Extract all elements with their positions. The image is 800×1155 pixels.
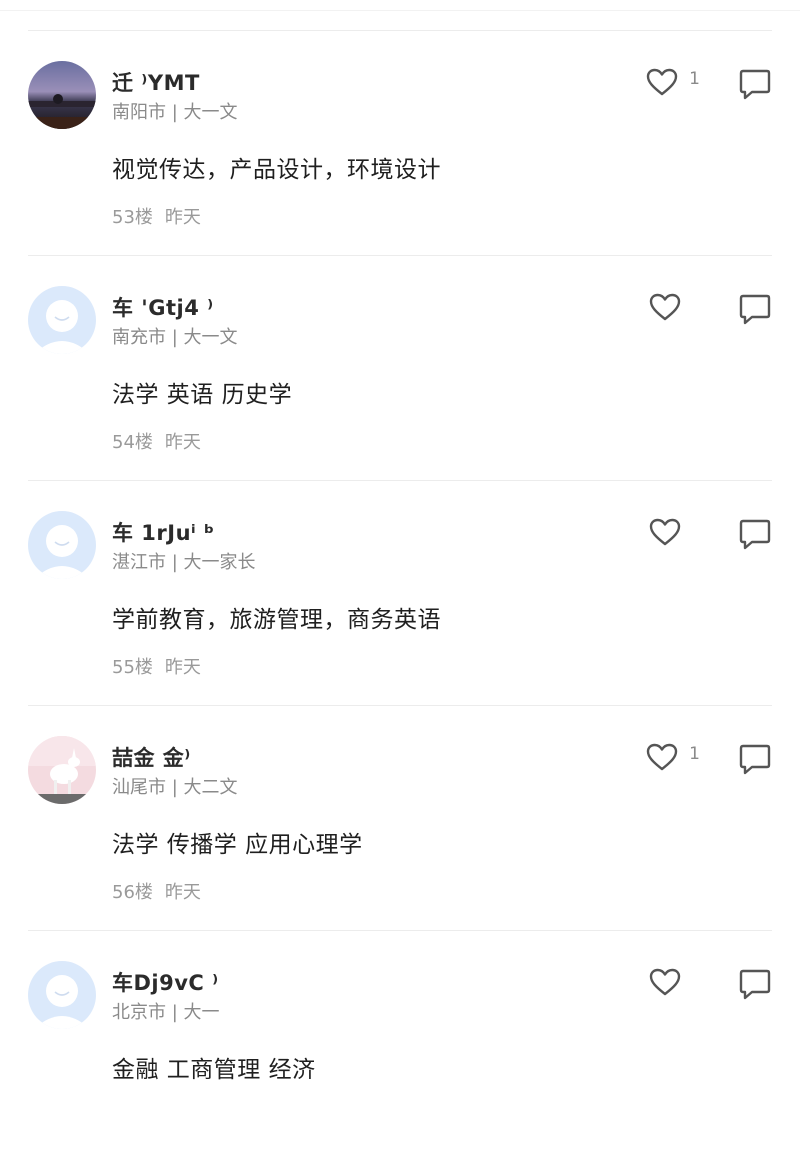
floor-number: 53楼	[112, 207, 153, 228]
comment-item: 迁 ⁾YMT 南阳市 | 大一文 1 视觉传达，产品设计，环境设计 53楼 昨天	[28, 30, 772, 255]
comment-footer: 55楼 昨天	[112, 653, 201, 679]
user-location-grade: 南充市 | 大一文	[112, 327, 238, 348]
username[interactable]: 喆金 金⁾	[112, 742, 191, 772]
comment-text: 学前教育，旅游管理，商务英语	[112, 607, 441, 633]
user-location-grade: 汕尾市 | 大二文	[112, 777, 238, 798]
comment-text: 视觉传达，产品设计，环境设计	[112, 157, 441, 183]
post-time: 昨天	[164, 207, 201, 228]
post-time: 昨天	[164, 657, 201, 678]
comment-footer: 54楼 昨天	[112, 428, 201, 454]
post-time: 昨天	[164, 882, 201, 903]
comment-footer: 56楼 昨天	[112, 878, 201, 904]
reply-icon[interactable]	[738, 742, 772, 776]
top-divider	[0, 10, 800, 11]
comment-text: 金融 工商管理 经济	[112, 1057, 316, 1083]
like-count: 1	[689, 744, 700, 764]
heart-outline-icon	[646, 68, 678, 96]
username[interactable]: 车 1rJuⁱ ᵇ	[112, 517, 215, 547]
username[interactable]: 车Dj9vC ⁾	[112, 967, 219, 997]
like-button[interactable]: 1	[645, 740, 700, 774]
like-button[interactable]	[648, 965, 700, 999]
reply-icon[interactable]	[738, 292, 772, 326]
avatar[interactable]	[28, 511, 96, 579]
reply-icon[interactable]	[738, 967, 772, 1001]
heart-outline-icon	[646, 743, 678, 771]
like-count: 1	[689, 69, 700, 89]
heart-outline-icon	[649, 968, 681, 996]
comment-list: 迁 ⁾YMT 南阳市 | 大一文 1 视觉传达，产品设计，环境设计 53楼昨天	[0, 30, 800, 1155]
avatar[interactable]	[28, 286, 96, 354]
comment-footer	[112, 1103, 124, 1124]
heart-outline-icon	[649, 293, 681, 321]
reply-icon[interactable]	[738, 67, 772, 101]
like-button[interactable]	[648, 290, 700, 324]
comment-text: 法学 英语 历史学	[112, 382, 293, 408]
post-time: 昨天	[164, 432, 201, 453]
comment-item: 车 'Gtj4 ⁾ 南充市 | 大一文 法学 英语 历史学 54楼 昨天	[28, 255, 772, 480]
comment-item: 车 1rJuⁱ ᵇ 湛江市 | 大一家长 学前教育，旅游管理，商务英语 55楼昨…	[28, 480, 772, 705]
heart-outline-icon	[649, 518, 681, 546]
floor-number: 55楼	[112, 657, 153, 678]
like-button[interactable]	[648, 515, 700, 549]
comment-item: 喆金 金⁾ 汕尾市 | 大二文 1 法学 传播学 应用心理学 56楼 昨天	[28, 705, 772, 930]
username[interactable]: 迁 ⁾YMT	[112, 67, 200, 97]
reply-icon[interactable]	[738, 517, 772, 551]
avatar[interactable]	[28, 61, 96, 129]
comment-item: 车Dj9vC ⁾ 北京市 | 大一 金融 工商管理 经济	[28, 930, 772, 1155]
user-location-grade: 湛江市 | 大一家长	[112, 552, 256, 573]
user-location-grade: 北京市 | 大一	[112, 1002, 220, 1023]
floor-number: 56楼	[112, 882, 153, 903]
floor-number: 54楼	[112, 432, 153, 453]
user-location-grade: 南阳市 | 大一文	[112, 102, 238, 123]
avatar[interactable]	[28, 736, 96, 804]
avatar[interactable]	[28, 961, 96, 1029]
like-button[interactable]: 1	[645, 65, 700, 99]
comment-footer: 53楼 昨天	[112, 203, 201, 229]
username[interactable]: 车 'Gtj4 ⁾	[112, 292, 214, 322]
comment-text: 法学 传播学 应用心理学	[112, 832, 363, 858]
